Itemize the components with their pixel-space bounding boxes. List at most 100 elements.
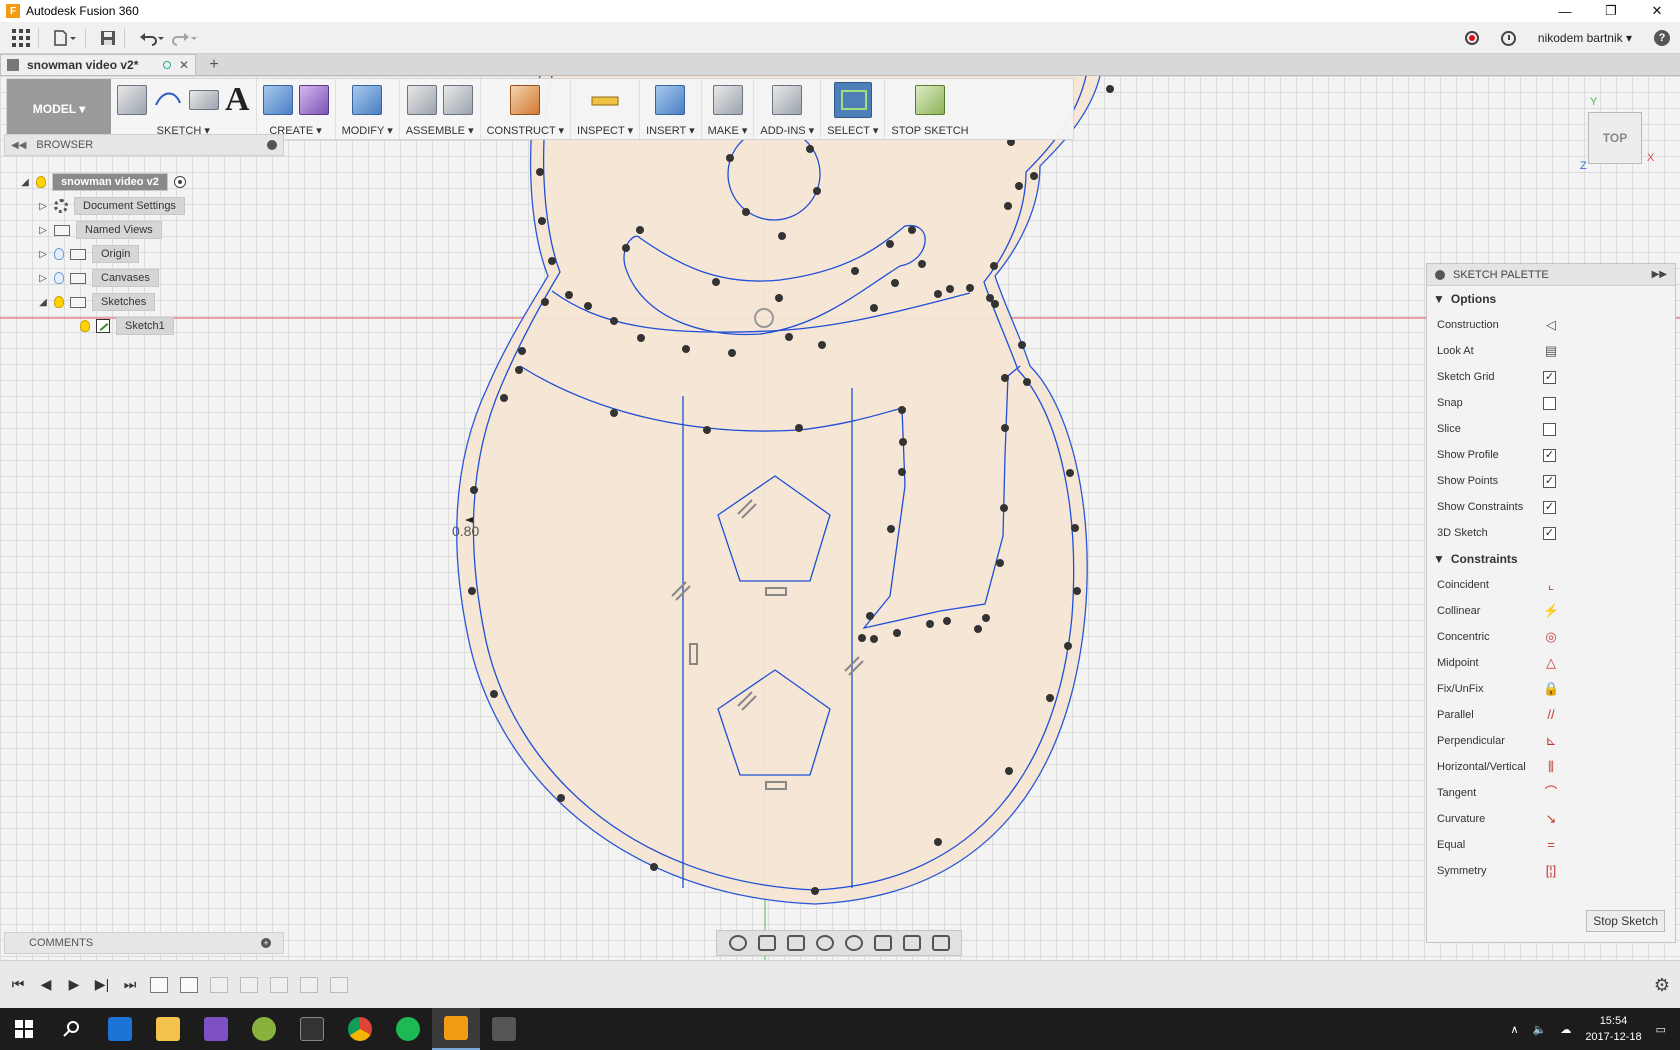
palette-minimize-icon[interactable]	[1435, 269, 1445, 280]
timeline-settings-gear-icon[interactable]: ⚙	[1654, 975, 1670, 996]
tree-item-canvases[interactable]: ▷ Canvases	[38, 268, 159, 288]
palette-constraint-row[interactable]: Curvature ↘	[1427, 806, 1675, 832]
palette-constraint-row[interactable]: Midpoint △	[1427, 650, 1675, 676]
stop-sketch-button[interactable]: Stop Sketch	[1586, 910, 1665, 932]
palette-constraint-row[interactable]: Coincident ⌞	[1427, 572, 1675, 598]
job-status-clock-icon[interactable]	[1500, 30, 1516, 46]
palette-option-row[interactable]: Look At ▤	[1427, 338, 1675, 364]
stop-sketch-icon[interactable]	[915, 85, 945, 115]
timeline-feature-icon[interactable]	[330, 976, 348, 993]
timeline-sketch-feature-icon[interactable]	[180, 976, 198, 993]
section-collapse-icon[interactable]: ▼	[1433, 292, 1445, 306]
text-tool-icon[interactable]: A	[225, 83, 250, 117]
insert-image-icon[interactable]	[655, 85, 686, 115]
tree-item-label[interactable]: Sketches	[92, 293, 156, 311]
palette-constraint-row[interactable]: Horizontal/Vertical ⫼	[1427, 754, 1675, 780]
grid-settings-icon[interactable]	[902, 935, 921, 951]
palette-option-checkbox[interactable]: ✓	[1543, 500, 1556, 514]
coincident-icon[interactable]: ⌞	[1543, 577, 1559, 593]
add-ins-group[interactable]: ADD-INS ▾	[754, 79, 822, 139]
timeline-feature-icon[interactable]	[240, 976, 258, 993]
palette-constraint-row[interactable]: Equal =	[1427, 832, 1675, 858]
windows-start-icon[interactable]	[0, 1008, 48, 1050]
browser-minimize-icon[interactable]	[267, 140, 277, 150]
camera-app-icon[interactable]	[480, 1008, 528, 1050]
redo-icon[interactable]	[171, 25, 197, 51]
tree-item-label[interactable]: Sketch1	[116, 317, 174, 335]
workspace-switcher[interactable]: MODEL ▾	[7, 79, 111, 139]
onedrive-cloud-icon[interactable]: ☁	[1560, 1023, 1571, 1036]
equal-icon[interactable]: =	[1543, 837, 1559, 853]
assemble-group[interactable]: ASSEMBLE ▾	[400, 79, 481, 139]
tree-item-origin[interactable]: ▷ Origin	[38, 244, 140, 264]
record-icon[interactable]	[1464, 31, 1479, 45]
select-group[interactable]: SELECT ▾	[821, 79, 886, 139]
timeline-feature-icon[interactable]	[300, 976, 318, 993]
palette-option-row[interactable]: Snap	[1427, 390, 1675, 416]
expand-triangle-icon[interactable]: ▷	[38, 273, 48, 284]
palette-option-checkbox[interactable]: ✓	[1543, 448, 1556, 462]
line-tool-icon[interactable]	[153, 85, 183, 115]
help-icon[interactable]: ?	[1654, 30, 1670, 46]
fusion-360-taskbar-icon[interactable]	[432, 1008, 480, 1050]
undo-icon[interactable]	[139, 25, 165, 51]
joint-icon[interactable]	[442, 85, 473, 115]
visibility-bulb-icon[interactable]	[54, 296, 64, 308]
tree-item-label[interactable]: Origin	[92, 245, 140, 263]
inspect-group[interactable]: INSPECT ▾	[571, 79, 641, 139]
palette-option-row[interactable]: Construction ◁	[1427, 312, 1675, 338]
visibility-bulb-icon[interactable]	[80, 320, 90, 332]
action-center-icon[interactable]: ▭	[1656, 1023, 1666, 1036]
scripts-add-ins-icon[interactable]	[772, 85, 803, 115]
volume-icon[interactable]: 🔈	[1533, 1023, 1547, 1036]
spotify-icon[interactable]	[384, 1008, 432, 1050]
collinear-icon[interactable]: ⚡	[1543, 603, 1559, 619]
tree-item-label[interactable]: Canvases	[92, 269, 159, 287]
palette-option-checkbox[interactable]: ✓	[1543, 526, 1556, 540]
visibility-bulb-icon[interactable]	[54, 248, 64, 260]
palette-constraint-row[interactable]: Concentric ◎	[1427, 624, 1675, 650]
palette-constraint-row[interactable]: Fix/UnFix 🔒	[1427, 676, 1675, 702]
taskbar-clock[interactable]: 15:54 2017-12-18	[1585, 1013, 1641, 1045]
add-comment-icon[interactable]: +	[261, 938, 271, 948]
timeline-canvas-feature-icon[interactable]	[150, 976, 168, 993]
concentric-icon[interactable]: ◎	[1543, 629, 1559, 645]
stop-sketch-group[interactable]: STOP SKETCH	[885, 79, 974, 139]
fix-icon[interactable]: 🔒	[1543, 681, 1559, 697]
timeline-feature-icon[interactable]	[270, 976, 288, 993]
sketch-group[interactable]: A SKETCH ▾	[111, 79, 257, 139]
pan-hand-icon[interactable]	[786, 935, 805, 951]
timeline-next-icon[interactable]: ▶|	[94, 976, 110, 993]
palette-option-row[interactable]: Show Profile ✓	[1427, 442, 1675, 468]
palette-constraint-row[interactable]: Tangent ⌒	[1427, 780, 1675, 806]
modify-group-label[interactable]: MODIFY ▾	[342, 124, 393, 137]
palette-option-row[interactable]: Sketch Grid ✓	[1427, 364, 1675, 390]
modify-group[interactable]: MODIFY ▾	[336, 79, 400, 139]
browser-root-node[interactable]: ◢ snowman video v2	[20, 172, 186, 192]
perpendicular-icon[interactable]: ⊾	[1543, 733, 1559, 749]
palette-constraint-row[interactable]: Perpendicular ⊾	[1427, 728, 1675, 754]
visibility-bulb-icon[interactable]	[54, 272, 64, 284]
palette-option-checkbox[interactable]: ✓	[1543, 370, 1556, 384]
measure-icon[interactable]	[590, 85, 620, 115]
add-ins-group-label[interactable]: ADD-INS ▾	[760, 124, 814, 137]
construction-icon[interactable]: ◁	[1543, 317, 1559, 333]
3d-print-icon[interactable]	[712, 85, 743, 115]
palette-option-checkbox[interactable]	[1543, 396, 1556, 410]
save-icon[interactable]	[100, 25, 116, 51]
visual-studio-icon[interactable]	[192, 1008, 240, 1050]
display-settings-icon[interactable]	[873, 935, 892, 951]
create-sketch-icon[interactable]	[117, 85, 147, 115]
viewports-icon[interactable]	[931, 935, 950, 951]
chrome-icon[interactable]	[336, 1008, 384, 1050]
minimize-button[interactable]: —	[1542, 0, 1588, 22]
palette-constraint-row[interactable]: Symmetry [¦]	[1427, 858, 1675, 884]
palette-option-checkbox[interactable]: ✓	[1543, 474, 1556, 488]
timeline-play-icon[interactable]: ▶	[66, 976, 82, 993]
tree-item-label[interactable]: Document Settings	[74, 197, 185, 215]
rectangle-tool-icon[interactable]	[189, 90, 219, 110]
edge-browser-icon[interactable]	[96, 1008, 144, 1050]
palette-option-checkbox[interactable]	[1543, 422, 1556, 436]
visibility-bulb-icon[interactable]	[36, 176, 46, 188]
tangent-icon[interactable]: ⌒	[1543, 785, 1559, 801]
